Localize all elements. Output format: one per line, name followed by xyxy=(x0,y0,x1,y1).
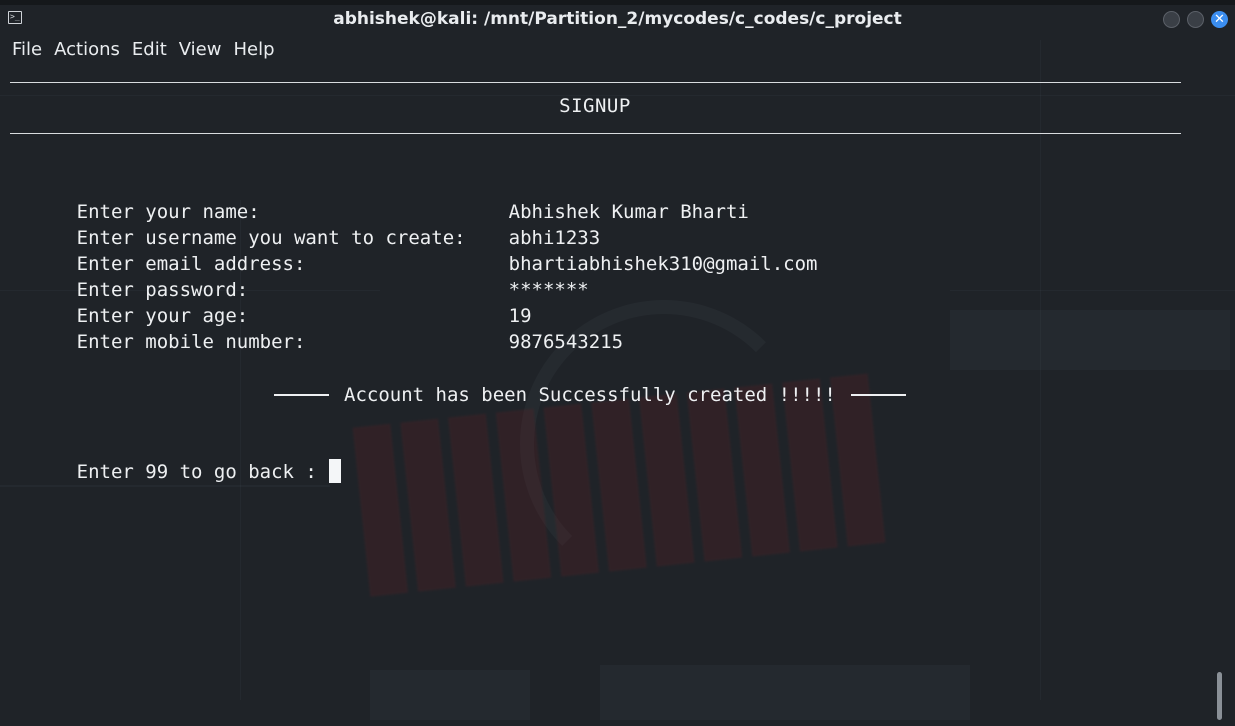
field-row: Enter mobile number: 9876543215 xyxy=(8,303,623,353)
terminal-window: >_ abhishek@kali: /mnt/Partition_2/mycod… xyxy=(0,0,1235,726)
text-cursor xyxy=(329,459,342,483)
bottom-rule xyxy=(10,133,1181,134)
field-value: 9876543215 xyxy=(508,331,624,353)
close-icon: ✕ xyxy=(1214,12,1225,27)
menu-help[interactable]: Help xyxy=(233,37,274,63)
success-text: Account has been Successfully created !!… xyxy=(344,384,836,406)
terminal-output[interactable]: SIGNUP Enter your name: Abhishek Kumar Bh… xyxy=(0,66,1215,726)
prompt-text: Enter 99 to go back : xyxy=(76,461,329,483)
maximize-button[interactable] xyxy=(1187,11,1204,28)
field-row: Enter username you want to create: abhi12… xyxy=(8,199,601,249)
title-bar[interactable]: >_ abhishek@kali: /mnt/Partition_2/mycod… xyxy=(0,5,1235,35)
scrollbar-thumb[interactable] xyxy=(1217,672,1222,720)
menu-file[interactable]: File xyxy=(12,37,42,63)
field-row: Enter your name: Abhishek Kumar Bharti xyxy=(8,173,749,223)
menu-actions[interactable]: Actions xyxy=(54,37,120,63)
menu-view[interactable]: View xyxy=(179,37,222,63)
minimize-button[interactable] xyxy=(1163,11,1180,28)
field-label: Enter mobile number: xyxy=(76,331,306,353)
field-row: Enter email address: bhartiabhishek310@gm… xyxy=(8,225,818,275)
left-dash xyxy=(274,394,329,396)
go-back-prompt[interactable]: Enter 99 to go back : xyxy=(8,433,342,511)
menu-edit[interactable]: Edit xyxy=(132,37,167,63)
top-rule xyxy=(10,82,1181,83)
field-row: Enter password: ******* xyxy=(8,251,589,301)
menu-bar: File Actions Edit View Help xyxy=(0,37,275,63)
signup-heading: SIGNUP xyxy=(559,95,631,117)
window-title: abhishek@kali: /mnt/Partition_2/mycodes/… xyxy=(333,9,902,29)
close-button[interactable]: ✕ xyxy=(1211,11,1228,28)
right-dash xyxy=(850,394,906,396)
success-message: Account has been Successfully created !!… xyxy=(274,382,906,408)
field-row: Enter your age: 19 xyxy=(8,277,532,327)
